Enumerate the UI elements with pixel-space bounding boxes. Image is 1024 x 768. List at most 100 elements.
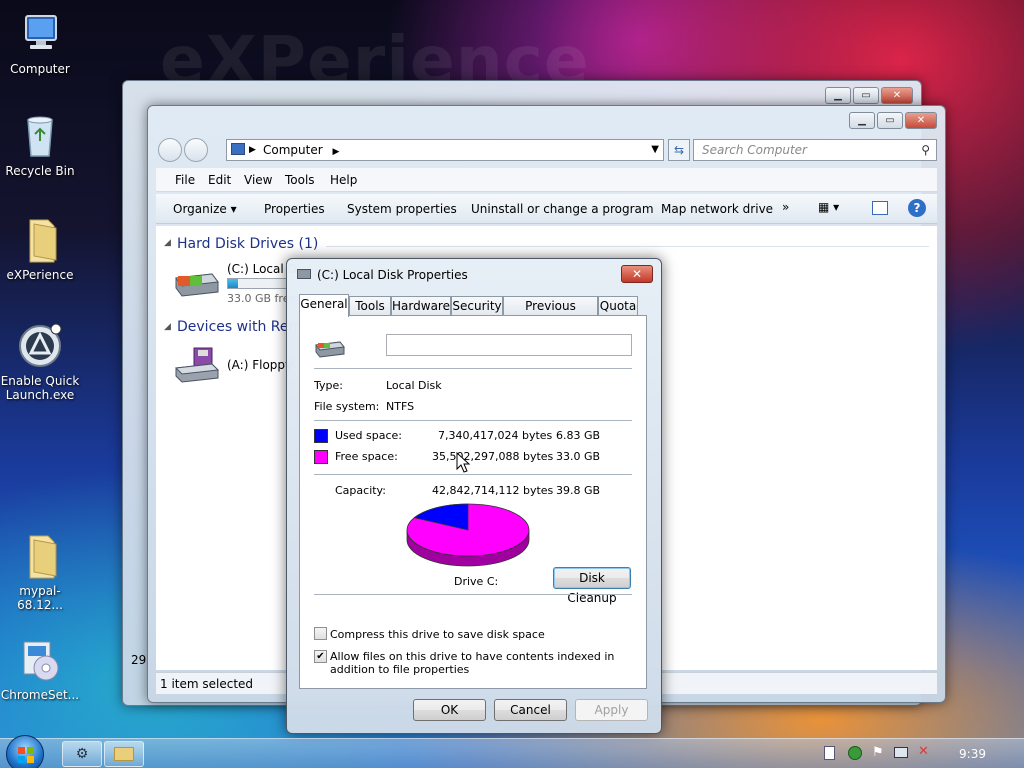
close-button[interactable]: ✕: [905, 112, 937, 129]
menu-help[interactable]: Help: [330, 173, 357, 187]
folder-icon: [114, 747, 134, 761]
system-tray: ⚑ ✕: [822, 744, 942, 762]
views-icon[interactable]: ▦ ▾: [818, 200, 852, 218]
disk-cleanup-button[interactable]: Disk Cleanup: [553, 567, 631, 605]
free-space-bytes: 35,502,297,088 bytes: [432, 450, 554, 463]
installer-icon: [16, 636, 64, 684]
tab-general[interactable]: General: [299, 294, 349, 317]
drive-a-name: (A:) Floppy: [227, 358, 293, 372]
minimize-button[interactable]: ▁: [849, 112, 875, 129]
network-icon[interactable]: [894, 747, 908, 758]
menu-edit[interactable]: Edit: [208, 173, 231, 187]
start-button[interactable]: [6, 735, 44, 768]
menu-file[interactable]: File: [175, 173, 195, 187]
disk-properties-dialog[interactable]: (C:) Local Disk Properties ✕ General Too…: [286, 258, 662, 734]
maximize-button[interactable]: ▭: [853, 87, 879, 104]
volume-label-field[interactable]: [386, 334, 632, 356]
drive-c-usage-fill: [228, 279, 238, 288]
index-files-label[interactable]: Allow files on this drive to have conten…: [330, 650, 630, 676]
group-hard-disk-drives[interactable]: Hard Disk Drives (1): [177, 236, 318, 252]
menu-tools[interactable]: Tools: [285, 173, 315, 187]
hard-drive-icon: [172, 266, 220, 298]
computer-icon: [16, 10, 64, 58]
cancel-button[interactable]: Cancel: [494, 699, 567, 721]
map-network-drive-button[interactable]: Map network drive: [661, 202, 773, 216]
security-icon[interactable]: [848, 746, 862, 760]
collapse-icon[interactable]: ◢: [164, 322, 171, 332]
forward-button[interactable]: [184, 138, 208, 162]
flag-icon[interactable]: ⚑: [872, 745, 884, 760]
desktop-icon-experience-folder[interactable]: eXPerience: [0, 216, 80, 282]
tab-previous-versions[interactable]: Previous Versions: [503, 296, 598, 331]
group-divider: [326, 246, 929, 247]
uninstall-program-button[interactable]: Uninstall or change a program: [471, 202, 654, 216]
drive-c-usage-bar: [227, 278, 287, 289]
folder-icon: [16, 216, 64, 264]
refresh-button[interactable]: ⇆: [668, 139, 690, 161]
hard-drive-icon: [314, 336, 346, 360]
disk-usage-pie-chart: [406, 503, 530, 567]
window-controls: ▁ ▭ ✕: [849, 112, 937, 129]
system-properties-button[interactable]: System properties: [347, 202, 457, 216]
index-files-checkbox[interactable]: ✔: [314, 650, 327, 663]
dialog-title: (C:) Local Disk Properties: [317, 268, 468, 282]
desktop-icon-computer[interactable]: Computer: [0, 10, 80, 76]
launcher-icon: [16, 322, 64, 370]
desktop-icon-mypal[interactable]: mypal-68.12...: [0, 532, 80, 612]
desktop-icon-enable-quick-launch[interactable]: Enable Quick Launch.exe: [0, 322, 80, 402]
free-space-gb: 33.0 GB: [556, 450, 601, 463]
menu-bar: File Edit View Tools Help: [156, 168, 937, 192]
file-system-label: File system:: [314, 400, 380, 413]
type-label: Type:: [314, 379, 343, 392]
gear-icon: ⚙: [75, 746, 89, 762]
clock[interactable]: 9:39: [959, 747, 986, 761]
back-window-status: 29: [131, 653, 147, 667]
compress-drive-label[interactable]: Compress this drive to save disk space: [330, 628, 545, 641]
volume-muted-icon[interactable]: ✕: [918, 744, 929, 759]
group-removable-storage[interactable]: Devices with Rem: [177, 319, 302, 335]
apply-button[interactable]: Apply: [575, 699, 648, 721]
windows-logo-icon: [18, 747, 34, 763]
minimize-button[interactable]: ▁: [825, 87, 851, 104]
compress-drive-checkbox[interactable]: [314, 627, 327, 640]
desktop-icon-chromeset[interactable]: ChromeSet...: [0, 636, 80, 702]
more-commands-button[interactable]: »: [782, 200, 789, 214]
used-space-label: Used space:: [335, 429, 403, 442]
menu-view[interactable]: View: [244, 173, 272, 187]
type-value: Local Disk: [386, 379, 442, 392]
drive-icon: [297, 269, 311, 279]
tab-tools[interactable]: Tools: [349, 296, 391, 316]
search-input[interactable]: Search Computer ⚲: [693, 139, 937, 161]
folder-icon: [16, 532, 64, 580]
taskbar: ⚙ ⚑ ✕ 9:39: [0, 735, 1024, 768]
close-button[interactable]: ✕: [881, 87, 913, 104]
ok-button[interactable]: OK: [413, 699, 486, 721]
taskbar-button-settings[interactable]: ⚙: [62, 741, 102, 767]
tab-security[interactable]: Security: [451, 296, 503, 316]
tab-hardware[interactable]: Hardware: [391, 296, 451, 316]
desktop-icon-recycle-bin[interactable]: Recycle Bin: [0, 112, 80, 178]
address-bar[interactable]: ▶ Computer ▶ ▼: [226, 139, 664, 161]
collapse-icon[interactable]: ◢: [164, 238, 171, 248]
preview-pane-icon[interactable]: [872, 201, 888, 215]
used-space-bytes: 7,340,417,024 bytes: [438, 429, 553, 442]
properties-button[interactable]: Properties: [264, 202, 325, 216]
dialog-close-button[interactable]: ✕: [621, 265, 653, 283]
organize-button[interactable]: Organize ▾: [173, 202, 237, 216]
divider: [314, 594, 632, 595]
tab-quota[interactable]: Quota: [598, 296, 638, 316]
chevron-right-icon: ▶: [249, 145, 256, 155]
notes-icon[interactable]: [824, 746, 835, 760]
taskbar-button-explorer[interactable]: [104, 741, 144, 767]
help-icon[interactable]: ?: [908, 199, 926, 217]
used-space-swatch: [314, 429, 328, 443]
back-button[interactable]: [158, 138, 182, 162]
divider: [314, 368, 632, 369]
file-system-value: NTFS: [386, 400, 415, 413]
dropdown-arrow-icon[interactable]: ▼: [651, 140, 659, 160]
navigation-bar: ▶ Computer ▶ ▼ ⇆ Search Computer ⚲: [156, 136, 937, 164]
floppy-drive-icon: [172, 346, 220, 386]
drive-label: Drive C:: [454, 575, 499, 588]
maximize-button[interactable]: ▭: [877, 112, 903, 129]
divider: [314, 420, 632, 421]
